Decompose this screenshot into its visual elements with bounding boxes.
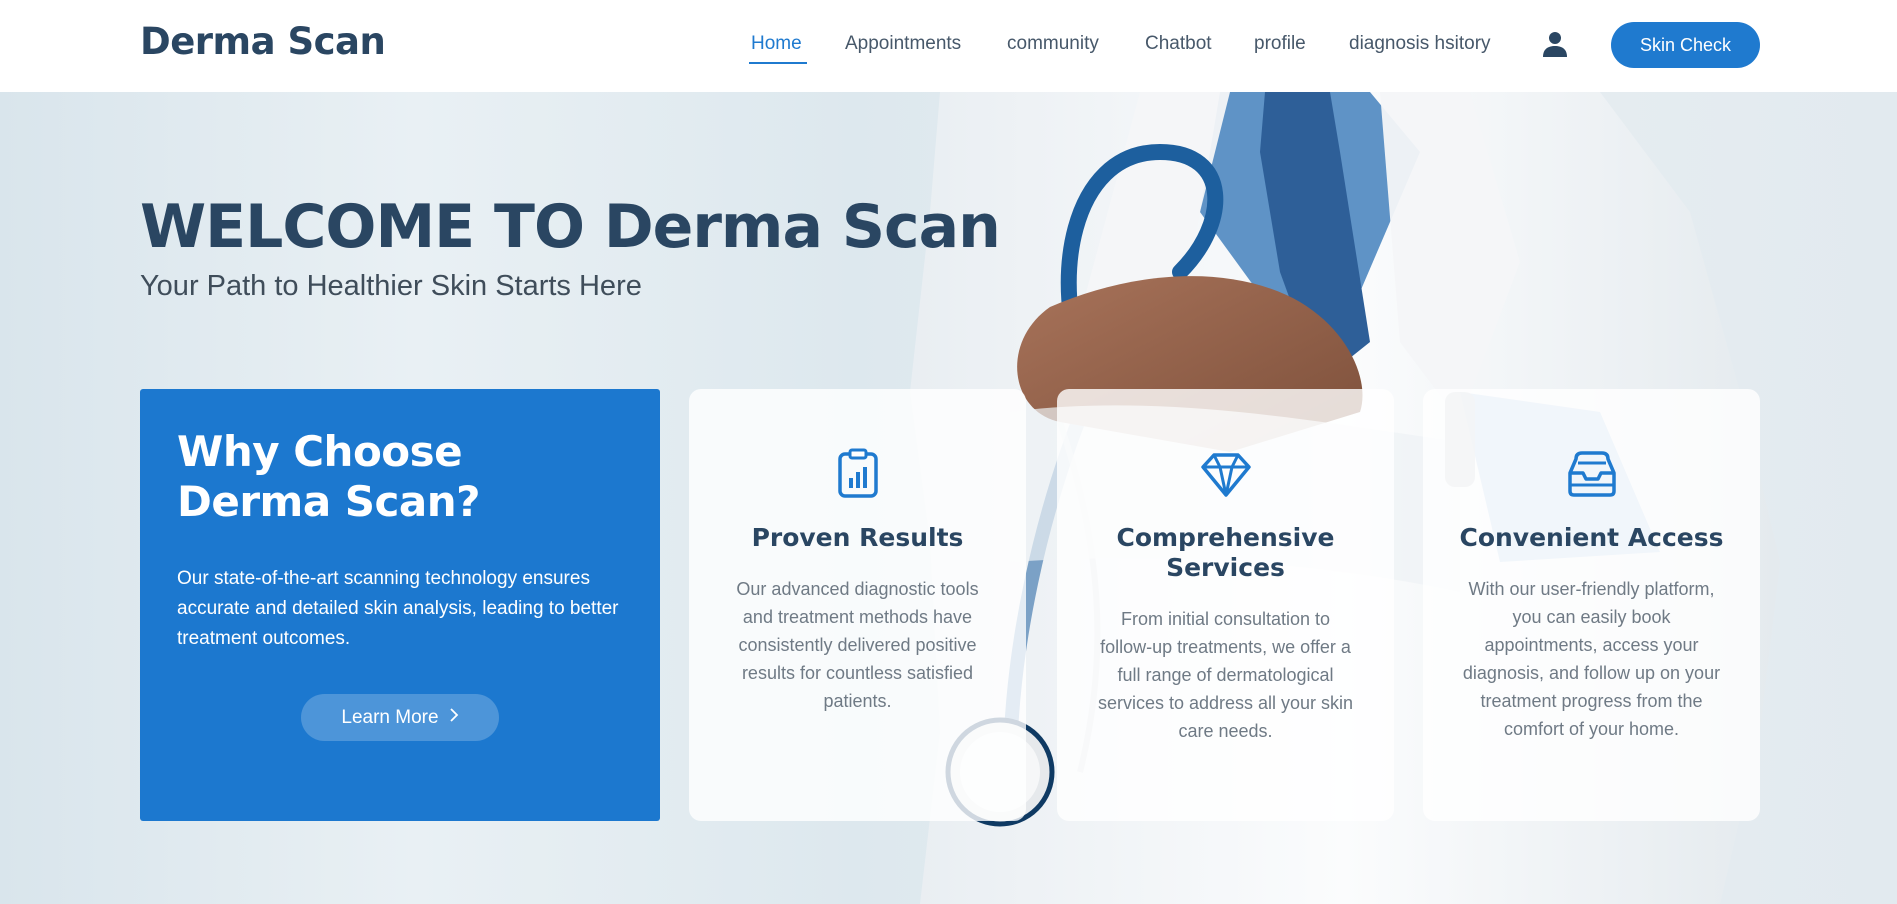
nav-profile[interactable]: profile xyxy=(1254,33,1306,55)
clipboard-chart-icon xyxy=(832,447,884,499)
feature-text: From initial consultation to follow-up t… xyxy=(1097,609,1354,741)
feature-card-convenient-access: Convenient Access With our user-friendly… xyxy=(1423,389,1760,821)
active-nav-indicator xyxy=(749,62,807,64)
why-choose-title: Why Choose Derma Scan? xyxy=(177,427,481,526)
hero-title: WELCOME TO Derma Scan xyxy=(140,192,1001,262)
nav-diagnosis-history[interactable]: diagnosis hsitory xyxy=(1349,33,1491,55)
skin-check-button[interactable]: Skin Check xyxy=(1611,22,1760,68)
nav-appointments[interactable]: Appointments xyxy=(845,33,961,55)
site-logo[interactable]: Derma Scan xyxy=(140,20,386,63)
feature-title: Convenient Access xyxy=(1459,523,1724,552)
diamond-icon xyxy=(1200,447,1252,499)
inbox-icon xyxy=(1566,447,1618,499)
feature-title: Comprehensive Services xyxy=(1116,523,1335,582)
nav-community[interactable]: community xyxy=(1007,33,1099,55)
chevron-right-icon xyxy=(449,707,459,728)
hero-section: WELCOME TO Derma Scan Your Path to Healt… xyxy=(0,92,1897,904)
learn-more-label: Learn More xyxy=(341,706,439,728)
why-choose-card: Why Choose Derma Scan? Our state-of-the-… xyxy=(140,389,660,821)
nav-home[interactable]: Home xyxy=(751,33,802,55)
feature-card-proven-results: Proven Results Our advanced diagnostic t… xyxy=(689,389,1026,821)
site-header: Derma Scan Home Appointments community C… xyxy=(0,0,1897,92)
hero-subtitle: Your Path to Healthier Skin Starts Here xyxy=(140,270,642,302)
feature-text: Our advanced diagnostic tools and treatm… xyxy=(736,579,979,711)
user-icon[interactable] xyxy=(1541,30,1569,58)
feature-card-comprehensive-services: Comprehensive Services From initial cons… xyxy=(1057,389,1394,821)
feature-text: With our user-friendly platform, you can… xyxy=(1462,579,1721,739)
nav-chatbot[interactable]: Chatbot xyxy=(1145,33,1212,55)
learn-more-button[interactable]: Learn More xyxy=(301,694,499,741)
feature-title: Proven Results xyxy=(751,523,964,552)
why-choose-text: Our state-of-the-art scanning technology… xyxy=(177,568,619,649)
